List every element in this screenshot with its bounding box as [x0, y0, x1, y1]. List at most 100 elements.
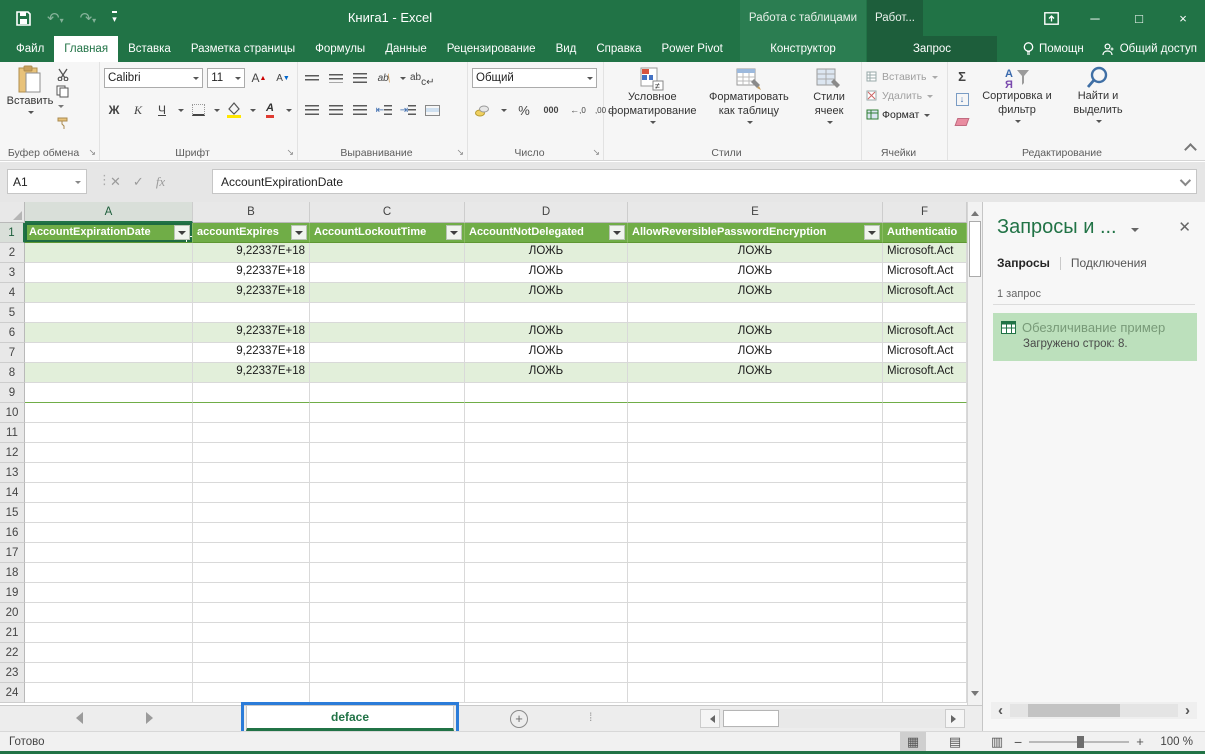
tab-constructor[interactable]: Конструктор — [740, 36, 866, 62]
cell-E17[interactable] — [628, 543, 883, 563]
tab-разметка-страницы[interactable]: Разметка страницы — [181, 36, 305, 62]
cell-B1[interactable]: accountExpires — [193, 223, 310, 243]
filter-dropdown-icon[interactable] — [174, 225, 190, 240]
cell-F22[interactable] — [883, 643, 967, 663]
next-sheet-icon[interactable] — [146, 712, 159, 724]
cell-E1[interactable]: AllowReversiblePasswordEncryption — [628, 223, 883, 243]
cell-C5[interactable] — [310, 303, 465, 323]
cell-E2[interactable]: ЛОЖЬ — [628, 243, 883, 263]
decrease-font-icon[interactable]: A▼ — [273, 68, 293, 88]
cell-A20[interactable] — [25, 603, 193, 623]
pane-close-icon[interactable]: ✕ — [1178, 218, 1191, 236]
tab-вставка[interactable]: Вставка — [118, 36, 181, 62]
cell-B8[interactable]: 9,22337E+18 — [193, 363, 310, 383]
cell-A7[interactable] — [25, 343, 193, 363]
tab-главная[interactable]: Главная — [54, 36, 118, 62]
alignment-dialog-launcher[interactable]: ↘ — [456, 147, 464, 158]
row-number-10[interactable]: 10 — [0, 403, 25, 423]
align-right-icon[interactable] — [350, 100, 370, 120]
row-number-6[interactable]: 6 — [0, 323, 25, 343]
align-top-icon[interactable] — [302, 68, 322, 88]
close-button[interactable]: × — [1161, 0, 1205, 36]
sheet-tab-deface[interactable]: deface — [246, 706, 454, 731]
cell-E13[interactable] — [628, 463, 883, 483]
cell-E18[interactable] — [628, 563, 883, 583]
maximize-button[interactable]: □ — [1117, 0, 1161, 36]
cell-A19[interactable] — [25, 583, 193, 603]
cell-F9[interactable] — [883, 383, 967, 403]
zoom-percentage[interactable]: 100 % — [1160, 736, 1193, 748]
cell-E5[interactable] — [628, 303, 883, 323]
column-header-A[interactable]: A — [25, 202, 193, 223]
cell-A18[interactable] — [25, 563, 193, 583]
cell-C13[interactable] — [310, 463, 465, 483]
clear-icon[interactable] — [952, 112, 972, 132]
share-button[interactable]: Общий доступ — [1102, 43, 1197, 56]
filter-dropdown-icon[interactable] — [864, 225, 880, 240]
cell-A4[interactable] — [25, 283, 193, 303]
pane-menu-icon[interactable] — [1131, 228, 1139, 236]
row-number-13[interactable]: 13 — [0, 463, 25, 483]
delete-cells-button[interactable]: Удалить — [882, 90, 922, 102]
percent-icon[interactable]: % — [514, 100, 534, 120]
cell-E8[interactable]: ЛОЖЬ — [628, 363, 883, 383]
cell-C1[interactable]: AccountLockoutTime — [310, 223, 465, 243]
cell-A13[interactable] — [25, 463, 193, 483]
cell-F10[interactable] — [883, 403, 967, 423]
align-bottom-icon[interactable] — [350, 68, 370, 88]
column-header-B[interactable]: B — [193, 202, 310, 223]
collapse-ribbon-icon[interactable] — [1184, 143, 1197, 156]
cell-D20[interactable] — [465, 603, 628, 623]
customize-qat-icon[interactable]: ▾ — [112, 11, 117, 25]
cell-D24[interactable] — [465, 683, 628, 703]
cell-A22[interactable] — [25, 643, 193, 663]
cell-D14[interactable] — [465, 483, 628, 503]
cell-D1[interactable]: AccountNotDelegated — [465, 223, 628, 243]
cell-D19[interactable] — [465, 583, 628, 603]
cell-E12[interactable] — [628, 443, 883, 463]
cell-D7[interactable]: ЛОЖЬ — [465, 343, 628, 363]
currency-icon[interactable] — [472, 100, 492, 120]
cell-B5[interactable] — [193, 303, 310, 323]
cell-E4[interactable]: ЛОЖЬ — [628, 283, 883, 303]
query-list-item[interactable]: Обезличивание пример Загружено строк: 8. — [993, 313, 1197, 361]
cell-B6[interactable]: 9,22337E+18 — [193, 323, 310, 343]
name-box[interactable]: A1 — [7, 169, 87, 194]
find-select-button[interactable]: Найти и выделить — [1062, 66, 1134, 144]
cell-C23[interactable] — [310, 663, 465, 683]
cell-E21[interactable] — [628, 623, 883, 643]
tell-me-assistant[interactable]: Помощн — [1023, 42, 1084, 56]
scroll-left-icon[interactable] — [700, 709, 720, 728]
tab-вид[interactable]: Вид — [546, 36, 587, 62]
tab-формулы[interactable]: Формулы — [305, 36, 375, 62]
cell-F13[interactable] — [883, 463, 967, 483]
cell-E24[interactable] — [628, 683, 883, 703]
increase-font-icon[interactable]: A▲ — [249, 68, 269, 88]
cell-D18[interactable] — [465, 563, 628, 583]
pane-tab-queries[interactable]: Запросы — [997, 256, 1050, 270]
cell-B16[interactable] — [193, 523, 310, 543]
conditional-formatting-button[interactable]: ≠ Условное форматирование — [608, 67, 697, 144]
cell-C2[interactable] — [310, 243, 465, 263]
cell-E19[interactable] — [628, 583, 883, 603]
cell-B19[interactable] — [193, 583, 310, 603]
cell-F12[interactable] — [883, 443, 967, 463]
cell-F21[interactable] — [883, 623, 967, 643]
cell-A24[interactable] — [25, 683, 193, 703]
cell-C19[interactable] — [310, 583, 465, 603]
cell-B21[interactable] — [193, 623, 310, 643]
cell-B2[interactable]: 9,22337E+18 — [193, 243, 310, 263]
cell-C16[interactable] — [310, 523, 465, 543]
cell-C24[interactable] — [310, 683, 465, 703]
cell-A5[interactable] — [25, 303, 193, 323]
cell-A3[interactable] — [25, 263, 193, 283]
row-number-16[interactable]: 16 — [0, 523, 25, 543]
cell-C20[interactable] — [310, 603, 465, 623]
cell-A21[interactable] — [25, 623, 193, 643]
row-number-23[interactable]: 23 — [0, 663, 25, 683]
cell-D9[interactable] — [465, 383, 628, 403]
zoom-in-icon[interactable]: + — [1136, 734, 1144, 749]
row-number-18[interactable]: 18 — [0, 563, 25, 583]
column-header-E[interactable]: E — [628, 202, 883, 223]
cell-A17[interactable] — [25, 543, 193, 563]
